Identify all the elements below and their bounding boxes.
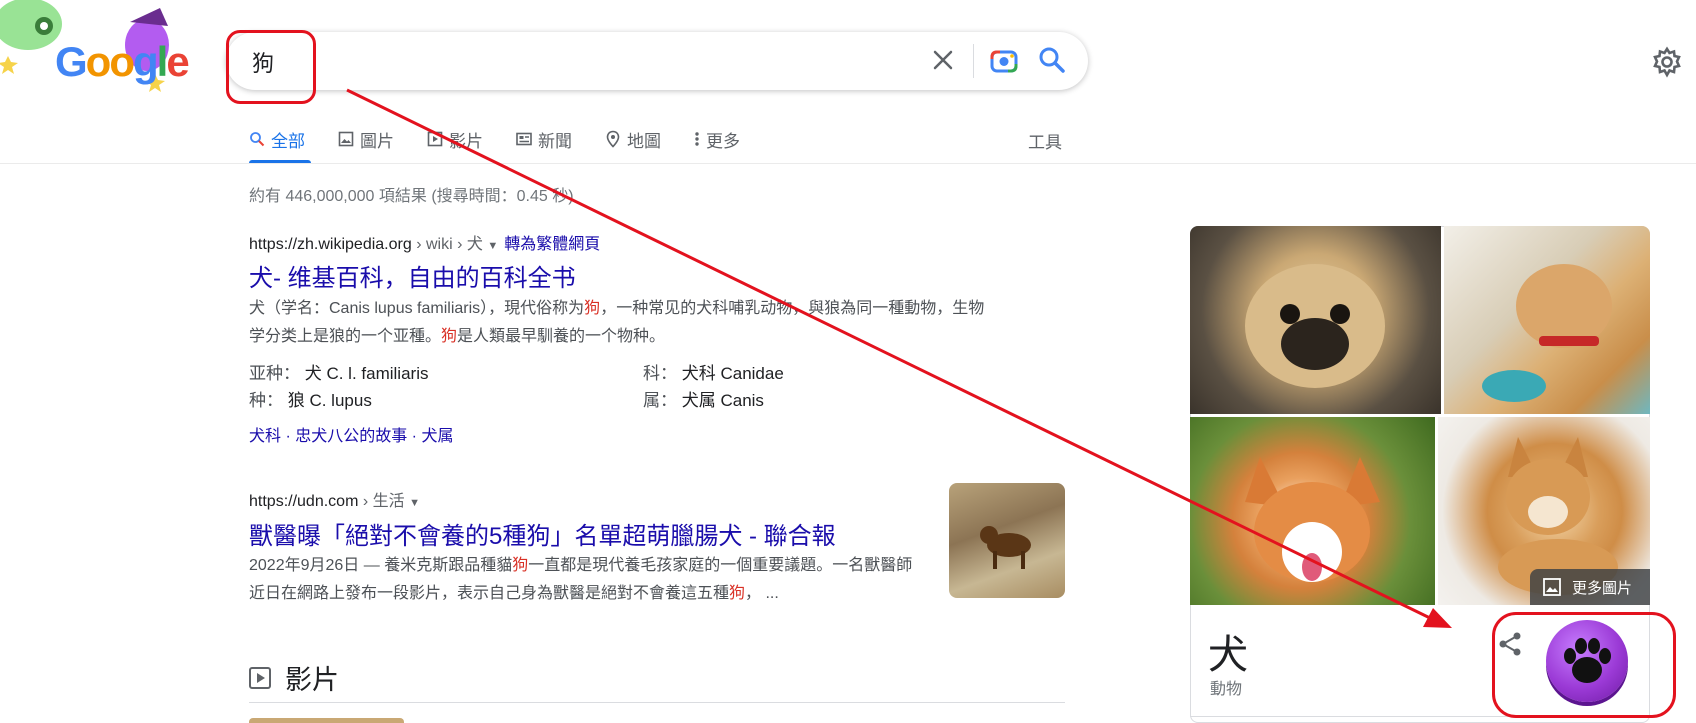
result-breadcrumb: › 生活 [358, 493, 410, 510]
camera-lens-icon[interactable] [988, 45, 1020, 77]
result-url[interactable]: https://udn.com › 生活 ▼ [249, 487, 420, 511]
fact-value: 犬 C. l. familiaris [304, 364, 429, 383]
result-thumbnail[interactable] [949, 483, 1065, 598]
result-domain: https://zh.wikipedia.org [249, 236, 412, 253]
knowledge-image-golden-puppy[interactable] [1444, 226, 1650, 414]
more-vert-icon [695, 132, 699, 146]
search-box[interactable] [226, 32, 1088, 90]
videos-section-header[interactable]: 影片 [249, 658, 339, 697]
search-icon [250, 132, 265, 147]
annotation-box-query [226, 30, 316, 104]
videos-divider [249, 702, 1065, 703]
snippet-text: 犬（学名：Canis lupus familiaris），現代俗称为 [249, 300, 585, 317]
fact-key: 种： [249, 391, 283, 410]
result-stats: 約有 446,000,000 項結果 (搜尋時間：0.45 秒) [249, 188, 574, 205]
tab-images[interactable]: 圖片 [338, 126, 394, 152]
close-icon[interactable] [928, 45, 958, 75]
search-divider [973, 44, 974, 78]
tab-label: 圖片 [360, 131, 394, 151]
fact-row: 亚种： 犬 C. l. familiaris [249, 359, 428, 384]
more-images-label: 更多圖片 [1572, 579, 1633, 597]
knowledge-panel-title: 犬 [1208, 632, 1248, 677]
more-images-button[interactable]: 更多圖片 [1530, 569, 1650, 605]
video-icon [427, 131, 443, 147]
snippet-highlight: 狗 [512, 557, 529, 574]
videos-heading: 影片 [285, 665, 339, 695]
tab-more[interactable]: 更多 [694, 126, 740, 152]
knowledge-panel-subtitle: 動物 [1210, 681, 1243, 698]
result-url[interactable]: https://zh.wikipedia.org › wiki › 犬 ▼ 轉為繁… [249, 230, 600, 254]
image-icon [338, 131, 354, 147]
fact-value: 狼 C. lupus [287, 391, 372, 410]
result-snippet: 2022年9月26日 — 養米克斯跟品種貓狗一直都是現代養毛孩家庭的一個重要議題… [249, 552, 919, 608]
fact-key: 属： [643, 391, 677, 410]
knowledge-image-pug[interactable] [1190, 226, 1441, 414]
snippet-highlight: 狗 [584, 300, 601, 317]
tab-videos[interactable]: 影片 [427, 126, 483, 152]
fact-row: 属： 犬属 Canis [643, 386, 764, 411]
search-tabs: 全部 圖片 影片 新聞 地圖 更多 [249, 126, 773, 152]
snippet-highlight: 狗 [729, 585, 746, 602]
snippet-date: 2022年9月26日 — [249, 557, 385, 574]
knowledge-image-corgi[interactable] [1190, 417, 1435, 605]
chevron-down-icon[interactable]: ▼ [487, 240, 498, 252]
snippet-text: ， ... [745, 585, 779, 602]
map-pin-icon [606, 130, 620, 148]
annotation-box-paw [1492, 612, 1676, 718]
tools-button[interactable]: 工具 [1028, 128, 1062, 153]
snippet-highlight: 狗 [441, 328, 458, 345]
sitelinks[interactable]: 犬科 · 忠犬八公的故事 · 犬属 [249, 422, 453, 446]
fact-key: 亚种： [249, 364, 300, 383]
translate-link[interactable]: 轉為繁體網頁 [504, 236, 600, 253]
result-breadcrumb: › wiki › 犬 [411, 236, 488, 253]
tab-label: 地圖 [627, 131, 661, 151]
news-icon [516, 132, 532, 146]
result-domain: https://udn.com [249, 493, 359, 510]
tab-label: 新聞 [538, 131, 572, 151]
search-icon[interactable] [1036, 44, 1068, 76]
gear-icon[interactable] [1650, 45, 1684, 79]
tab-label: 影片 [449, 131, 483, 151]
tab-label: 更多 [706, 131, 740, 151]
fact-row: 科： 犬科 Canidae [643, 359, 784, 384]
google-logo-text: Google [55, 38, 190, 85]
image-icon [1543, 578, 1561, 596]
fact-value: 犬科 Canidae [681, 364, 784, 383]
fact-key: 科： [643, 364, 677, 383]
fact-row: 种： 狼 C. lupus [249, 386, 372, 411]
fact-value: 犬属 Canis [681, 391, 764, 410]
result-snippet: 犬（学名：Canis lupus familiaris），現代俗称为狗，一种常见… [249, 295, 999, 351]
snippet-text: 養米克斯跟品種貓 [384, 557, 513, 574]
header-divider [0, 163, 1696, 164]
result-title-link[interactable]: 犬- 维基百科，自由的百科全书 [249, 258, 576, 293]
video-thumbnail[interactable] [249, 718, 404, 723]
tab-label: 全部 [271, 131, 305, 151]
video-icon [249, 666, 271, 689]
snippet-text: 是人類最早馴養的一个物种。 [457, 328, 666, 345]
result-title-link[interactable]: 獸醫曝「絕對不會養的5種狗」名單超萌臘腸犬 - 聯合報 [249, 516, 836, 551]
tab-maps[interactable]: 地圖 [605, 126, 661, 152]
tab-all[interactable]: 全部 [249, 126, 305, 152]
tab-news[interactable]: 新聞 [516, 126, 572, 152]
chevron-down-icon[interactable]: ▼ [409, 497, 420, 509]
